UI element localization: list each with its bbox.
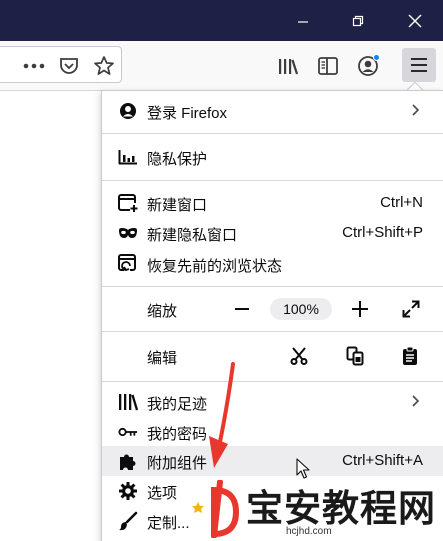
watermark-title: 宝安教程网: [246, 486, 436, 530]
puzzle-icon: [118, 451, 138, 471]
menu-item-label: 新建隐私窗口: [147, 227, 238, 244]
menu-item-new-window[interactable]: 新建窗口 Ctrl+N: [102, 188, 443, 218]
menu-item-logins[interactable]: 我的密码: [102, 417, 443, 447]
zoom-in-button[interactable]: [348, 294, 372, 324]
zoom-reset-button[interactable]: 100%: [270, 298, 332, 320]
zoom-controls: 缩放 100%: [102, 290, 443, 328]
fullscreen-icon: [402, 300, 420, 318]
restore-session-icon: [118, 254, 138, 274]
key-icon: [118, 422, 138, 442]
menu-item-label: 定制...: [147, 515, 190, 532]
menu-item-library[interactable]: 我的足迹: [102, 387, 443, 417]
menu-item-addons[interactable]: 附加组件 Ctrl+Shift+A: [102, 446, 443, 476]
clipboard-icon: [403, 346, 417, 365]
shortcut-label: Ctrl+Shift+A: [342, 452, 423, 469]
chart-icon: [118, 147, 138, 167]
hamburger-menu-icon: [411, 58, 427, 72]
library-button[interactable]: [276, 55, 300, 77]
fullscreen-button[interactable]: [400, 298, 422, 320]
mouse-cursor-icon: [296, 458, 310, 479]
minimize-icon: [298, 20, 308, 23]
sidebar-button[interactable]: [316, 55, 340, 77]
menu-separator: [102, 381, 443, 382]
window-titlebar: [0, 0, 443, 41]
menu-separator: [102, 133, 443, 134]
shortcut-label: Ctrl+Shift+P: [342, 224, 423, 241]
watermark-logo-icon: [192, 480, 240, 538]
zoom-out-button[interactable]: [230, 294, 254, 324]
bookmark-button[interactable]: [92, 54, 116, 78]
sidebar-icon: [318, 57, 338, 75]
copy-icon: [346, 346, 364, 366]
paintbrush-icon: [118, 511, 138, 531]
chevron-right-icon: [411, 394, 421, 412]
scissors-icon: [290, 347, 308, 365]
menu-separator: [102, 180, 443, 181]
private-mask-icon: [118, 223, 138, 243]
menu-item-label: 选项: [147, 485, 178, 502]
paste-button[interactable]: [399, 345, 421, 367]
menu-item-new-private-window[interactable]: 新建隐私窗口 Ctrl+Shift+P: [102, 218, 443, 248]
menu-item-label: 隐私保护: [147, 151, 208, 168]
watermark: 宝安教程网 hcjhd.com: [190, 478, 443, 541]
new-window-icon: [118, 193, 138, 213]
restore-button[interactable]: [338, 0, 378, 41]
menu-item-restore-session[interactable]: 恢复先前的浏览状态: [102, 249, 443, 279]
menu-item-label: 新建窗口: [147, 197, 208, 214]
plus-icon: [352, 301, 368, 317]
pocket-button[interactable]: [58, 55, 80, 77]
annotation-arrow-icon: [209, 362, 235, 468]
notification-dot: [373, 54, 380, 61]
chevron-right-icon: [411, 103, 421, 121]
menu-separator: [102, 331, 443, 332]
menu-separator: [102, 286, 443, 287]
cut-button[interactable]: [288, 345, 310, 367]
menu-item-signin[interactable]: 登录 Firefox: [102, 96, 443, 126]
menu-item-privacy-protections[interactable]: 隐私保护: [102, 142, 443, 172]
zoom-label: 缩放: [147, 303, 178, 320]
bookmark-star-icon: [94, 56, 114, 75]
menu-item-label: 恢复先前的浏览状态: [147, 258, 283, 275]
gear-icon: [118, 481, 138, 501]
edit-label: 编辑: [147, 350, 178, 367]
restore-icon: [352, 15, 364, 26]
account-icon: [118, 101, 138, 121]
navigation-toolbar: [0, 41, 443, 91]
open-menu-button[interactable]: [402, 48, 436, 82]
library-icon: [118, 392, 138, 412]
watermark-url: hcjhd.com: [286, 526, 332, 537]
minus-icon: [235, 308, 249, 310]
menu-item-label: 登录 Firefox: [147, 105, 228, 122]
close-icon: [408, 14, 422, 27]
page-actions-button[interactable]: [22, 56, 46, 76]
edit-controls: 编辑: [102, 337, 443, 375]
minimize-button[interactable]: [283, 0, 323, 41]
shortcut-label: Ctrl+N: [380, 194, 423, 211]
pocket-icon: [60, 58, 78, 74]
close-window-button[interactable]: [395, 0, 435, 41]
library-icon: [279, 59, 299, 75]
more-dots-icon: [23, 63, 45, 69]
app-menu-panel: 登录 Firefox 隐私保护 新建窗口 Ctrl+N 新建隐私窗口 Ctrl+…: [101, 90, 443, 541]
copy-button[interactable]: [344, 345, 366, 367]
